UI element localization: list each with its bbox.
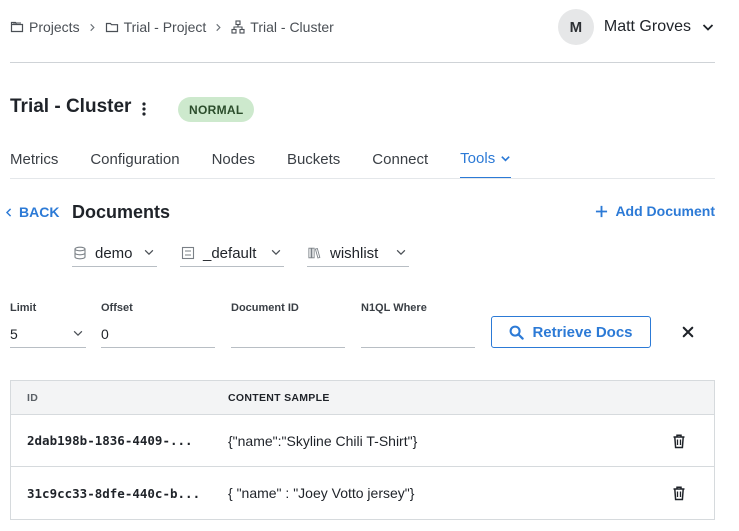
actions-cell <box>644 485 714 501</box>
tab-tools-label: Tools <box>460 150 496 167</box>
avatar: M <box>557 9 594 45</box>
chevron-right-icon <box>214 23 223 32</box>
actions-cell <box>644 433 714 449</box>
table-row[interactable]: 31c9cc33-8dfe-440c-b... { "name" : "Joey… <box>11 467 714 519</box>
breadcrumb-cluster: Trial - Cluster <box>231 19 334 35</box>
tab-connect[interactable]: Connect <box>372 150 428 179</box>
tab-metrics[interactable]: Metrics <box>10 150 58 179</box>
documents-title: Documents <box>72 202 171 222</box>
page-title: Trial - Cluster <box>10 96 132 117</box>
user-menu[interactable]: M Matt Groves <box>557 9 715 45</box>
limit-label: Limit <box>10 302 37 314</box>
status-badge: NORMAL <box>178 97 255 122</box>
search-icon <box>509 325 525 340</box>
table-header: ID CONTENT SAMPLE <box>11 381 714 415</box>
chevron-down-icon <box>701 20 715 34</box>
scope-select[interactable]: _default <box>180 240 284 267</box>
more-options-icon[interactable] <box>136 99 152 119</box>
column-header-id: ID <box>27 391 39 404</box>
offset-input[interactable] <box>101 326 215 342</box>
chevron-down-icon <box>72 327 86 341</box>
retrieve-docs-button[interactable]: Retrieve Docs <box>491 316 651 348</box>
breadcrumb-cluster-label: Trial - Cluster <box>250 19 334 35</box>
breadcrumb-project[interactable]: Trial - Project <box>105 19 207 35</box>
breadcrumb-project-label: Trial - Project <box>123 19 207 35</box>
cluster-tabs: Metrics Configuration Nodes Buckets Conn… <box>10 150 543 179</box>
add-document-button[interactable]: Add Document <box>595 203 715 219</box>
chevron-down-icon <box>500 153 511 164</box>
retrieve-docs-label: Retrieve Docs <box>532 323 633 341</box>
back-label: BACK <box>19 204 60 220</box>
document-id-label: Document ID <box>231 302 299 314</box>
folder-icon <box>105 20 119 34</box>
offset-label: Offset <box>101 302 133 314</box>
n1ql-where-label: N1QL Where <box>361 302 427 314</box>
tab-tools[interactable]: Tools <box>460 150 512 179</box>
trash-icon[interactable] <box>671 433 687 449</box>
chevron-left-icon <box>5 207 13 218</box>
collection-value: wishlist <box>330 244 379 262</box>
chevron-down-icon <box>395 246 409 260</box>
table-row[interactable]: 2dab198b-1836-4409-... {"name":"Skyline … <box>11 415 714 467</box>
chevron-down-icon <box>270 246 284 260</box>
document-id-field <box>231 321 345 348</box>
limit-value: 5 <box>10 326 18 342</box>
add-document-label: Add Document <box>615 203 715 219</box>
close-icon[interactable] <box>679 323 697 341</box>
offset-field <box>101 321 215 348</box>
cluster-icon <box>231 20 245 34</box>
content-sample-cell: {"name":"Skyline Chili T-Shirt"} <box>228 432 418 449</box>
chevron-down-icon <box>143 246 157 260</box>
plus-icon <box>595 205 608 218</box>
chevron-right-icon <box>88 23 97 32</box>
n1ql-where-input[interactable] <box>361 326 475 342</box>
scope-icon <box>181 246 195 260</box>
content-sample-cell: { "name" : "Joey Votto jersey"} <box>228 485 415 501</box>
user-name: Matt Groves <box>603 18 691 35</box>
projects-icon <box>10 20 24 34</box>
tab-buckets[interactable]: Buckets <box>287 150 340 179</box>
breadcrumb: Projects Trial - Project Trial - Cluster <box>10 17 334 37</box>
bucket-value: demo <box>95 244 133 262</box>
header-divider <box>10 62 715 63</box>
tab-nodes[interactable]: Nodes <box>212 150 255 179</box>
trash-icon[interactable] <box>671 485 687 501</box>
document-id-cell[interactable]: 31c9cc33-8dfe-440c-b... <box>11 486 228 501</box>
column-header-content: CONTENT SAMPLE <box>228 391 330 404</box>
limit-select[interactable]: 5 <box>10 321 86 348</box>
breadcrumb-projects-label: Projects <box>29 19 80 35</box>
documents-table: ID CONTENT SAMPLE 2dab198b-1836-4409-...… <box>10 380 715 520</box>
collection-icon <box>308 246 322 260</box>
tabs-divider <box>10 178 715 179</box>
document-id-input[interactable] <box>231 326 345 342</box>
n1ql-where-field <box>361 321 475 348</box>
bucket-select[interactable]: demo <box>72 240 157 267</box>
document-id-cell[interactable]: 2dab198b-1836-4409-... <box>11 433 228 448</box>
collection-select[interactable]: wishlist <box>307 240 409 267</box>
scope-value: _default <box>203 244 257 262</box>
breadcrumb-projects[interactable]: Projects <box>10 19 80 35</box>
back-button[interactable]: BACK <box>5 204 59 220</box>
database-icon <box>73 246 87 260</box>
tab-configuration[interactable]: Configuration <box>90 150 179 179</box>
